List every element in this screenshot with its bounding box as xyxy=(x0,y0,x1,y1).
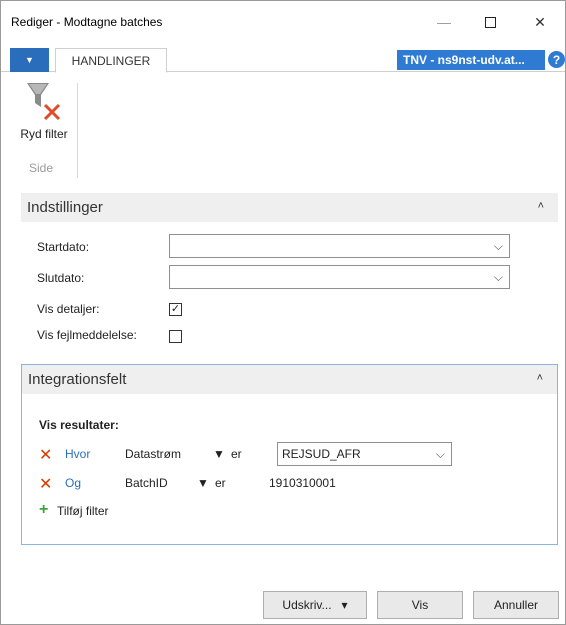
filter-operator: er xyxy=(231,447,242,461)
print-label: Udskriv... xyxy=(282,598,332,612)
filter-connector[interactable]: Hvor xyxy=(65,447,90,461)
start-date-label: Startdato: xyxy=(37,240,90,254)
title-bar: Rediger - Modtagne batches — ✕ xyxy=(1,1,565,43)
minimize-icon: — xyxy=(437,14,451,30)
window-title: Rediger - Modtagne batches xyxy=(11,15,163,29)
filter-connector[interactable]: Og xyxy=(65,476,81,490)
maximize-button[interactable] xyxy=(467,1,513,43)
settings-fasttab: Indstillinger ˄ xyxy=(21,193,558,222)
checkmark-icon: ✓ xyxy=(170,303,181,315)
show-errors-label: Vis fejlmeddelelse: xyxy=(37,328,137,342)
show-details-label: Vis detaljer: xyxy=(37,302,100,316)
close-icon: ✕ xyxy=(534,13,546,30)
filter-field[interactable]: BatchID xyxy=(125,476,168,490)
remove-filter-icon[interactable]: ✕ xyxy=(39,445,52,465)
tab-handlinger[interactable]: HANDLINGER xyxy=(55,48,167,73)
filter-field[interactable]: Datastrøm xyxy=(125,447,181,461)
view-label: Vis xyxy=(411,598,429,612)
settings-title: Indstillinger xyxy=(27,199,103,216)
end-date-label: Slutdato: xyxy=(37,271,85,285)
cancel-label: Annuller xyxy=(493,598,539,612)
end-date-field[interactable]: ⌵ xyxy=(169,265,510,289)
ribbon-body: Ryd filter Side xyxy=(1,73,565,183)
filter-value[interactable]: 1910310001 xyxy=(269,476,336,490)
chevron-down-icon[interactable]: ⌵ xyxy=(494,239,503,254)
results-label: Vis resultater: xyxy=(39,418,119,432)
show-details-checkbox[interactable]: ✓ xyxy=(169,303,182,316)
plus-icon[interactable]: + xyxy=(39,501,48,519)
integration-title: Integrationsfelt xyxy=(28,371,127,388)
ribbon-group-divider xyxy=(77,83,78,178)
maximize-icon xyxy=(484,16,496,28)
start-date-field[interactable]: ⌵ xyxy=(169,234,510,258)
chevron-up-icon[interactable]: ˄ xyxy=(538,200,544,212)
server-badge[interactable]: TNV - ns9nst-udv.at... xyxy=(397,50,545,70)
dialog-window: Rediger - Modtagne batches — ✕ ▼ HANDLIN… xyxy=(0,0,566,625)
clear-filter-icon xyxy=(27,83,61,121)
chevron-down-icon[interactable]: ⌵ xyxy=(494,270,503,285)
filter-field-dropdown[interactable]: ▼ xyxy=(213,447,225,461)
chevron-down-icon[interactable]: ⌵ xyxy=(436,443,445,465)
filter-value: REJSUD_AFR xyxy=(282,447,361,461)
help-icon[interactable]: ? xyxy=(548,51,565,68)
filter-operator: er xyxy=(215,476,226,490)
chevron-down-icon: ▾ xyxy=(341,598,348,612)
close-button[interactable]: ✕ xyxy=(517,1,563,43)
view-button[interactable]: Vis xyxy=(377,591,463,619)
ribbon-group-label: Side xyxy=(29,161,54,175)
integration-header[interactable]: Integrationsfelt ˄ xyxy=(22,365,557,394)
tab-label: HANDLINGER xyxy=(71,53,151,68)
add-filter-link[interactable]: Tilføj filter xyxy=(57,504,109,518)
settings-header[interactable]: Indstillinger ˄ xyxy=(21,193,558,222)
filter-field-dropdown[interactable]: ▼ xyxy=(197,476,209,490)
cancel-button[interactable]: Annuller xyxy=(473,591,559,619)
clear-filter-label: Ryd filter xyxy=(20,127,68,141)
chevron-down-icon: ▼ xyxy=(25,55,34,65)
remove-filter-icon[interactable]: ✕ xyxy=(39,474,52,494)
clear-filter-button[interactable]: Ryd filter xyxy=(19,79,69,167)
ribbon-tab-bar: ▼ HANDLINGER TNV - ns9nst-udv.at... ? xyxy=(1,48,565,73)
app-menu-button[interactable]: ▼ xyxy=(10,48,49,72)
print-button[interactable]: Udskriv... ▾ xyxy=(263,591,367,619)
chevron-up-icon[interactable]: ˄ xyxy=(537,372,543,384)
filter-value-input[interactable]: REJSUD_AFR ⌵ xyxy=(277,442,452,466)
show-errors-checkbox[interactable] xyxy=(169,330,182,343)
minimize-button[interactable]: — xyxy=(421,1,467,43)
